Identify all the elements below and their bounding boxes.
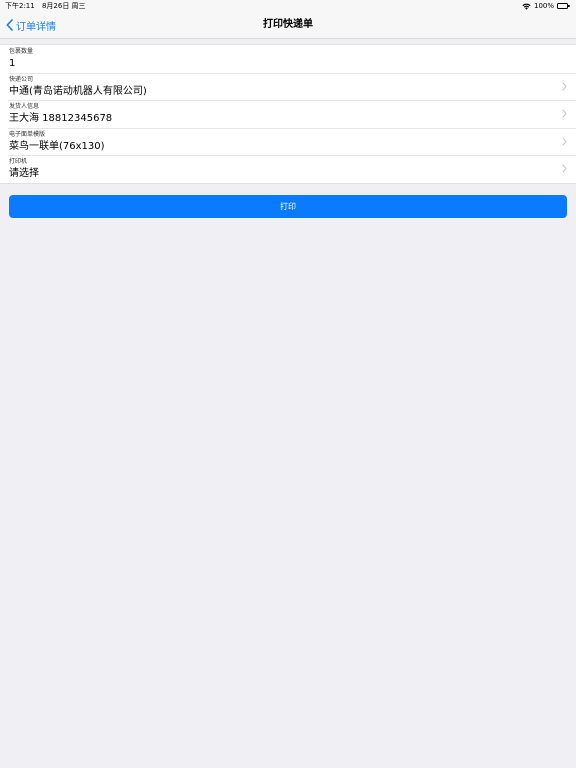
status-left: 下午2:11 8月26日 周三 [5,0,91,12]
wifi-icon [522,3,531,10]
sender-info-label: 发货人信息 [9,103,40,110]
chevron-right-icon [562,137,567,145]
courier-company-value: 中通(青岛诺动机器人有限公司) [9,85,147,97]
status-date: 8月26日 周三 [41,2,86,10]
package-count-value: 1 [9,58,16,69]
package-count-label: 包裹数量 [9,48,34,55]
courier-company-row[interactable]: 快递公司 中通(青岛诺动机器人有限公司) [0,72,576,101]
chevron-right-icon [562,164,567,173]
printer-row[interactable]: 打印机 请选择 [0,155,576,183]
waybill-template-label: 电子面单模版 [9,130,46,138]
waybill-template-value: 菜鸟一联单(76x130) [9,140,105,152]
status-time: 下午2:11 [5,2,35,10]
printer-label: 打印机 [9,158,28,165]
chevron-right-icon [562,109,567,118]
print-form-list: 包裹数量 1 快递公司 中通(青岛诺动机器人有限公司) 发货人信息 王大海 18… [0,44,576,184]
status-bar: 下午2:11 8月26日 周三 100% [0,0,576,12]
chevron-left-icon [6,19,13,31]
chevron-right-icon [562,82,567,90]
courier-company-label: 快递公司 [9,75,34,83]
package-count-row[interactable]: 包裹数量 1 [0,45,576,73]
battery-percent: 100% [533,2,554,10]
status-right: 100% [522,0,571,12]
back-button-label: 订单详情 [16,21,56,33]
sender-info-value: 王大海 18812345678 [9,113,113,124]
back-button[interactable]: 订单详情 [6,12,56,38]
print-button[interactable]: 打印 [9,195,567,218]
battery-icon [557,3,571,9]
sender-info-row[interactable]: 发货人信息 王大海 18812345678 [0,100,576,128]
waybill-template-row[interactable]: 电子面单模版 菜鸟一联单(76x130) [0,127,576,156]
navigation-bar: 订单详情 打印快递单 [0,12,576,39]
page-title: 打印快递单 [263,19,313,30]
printer-value: 请选择 [9,168,39,179]
